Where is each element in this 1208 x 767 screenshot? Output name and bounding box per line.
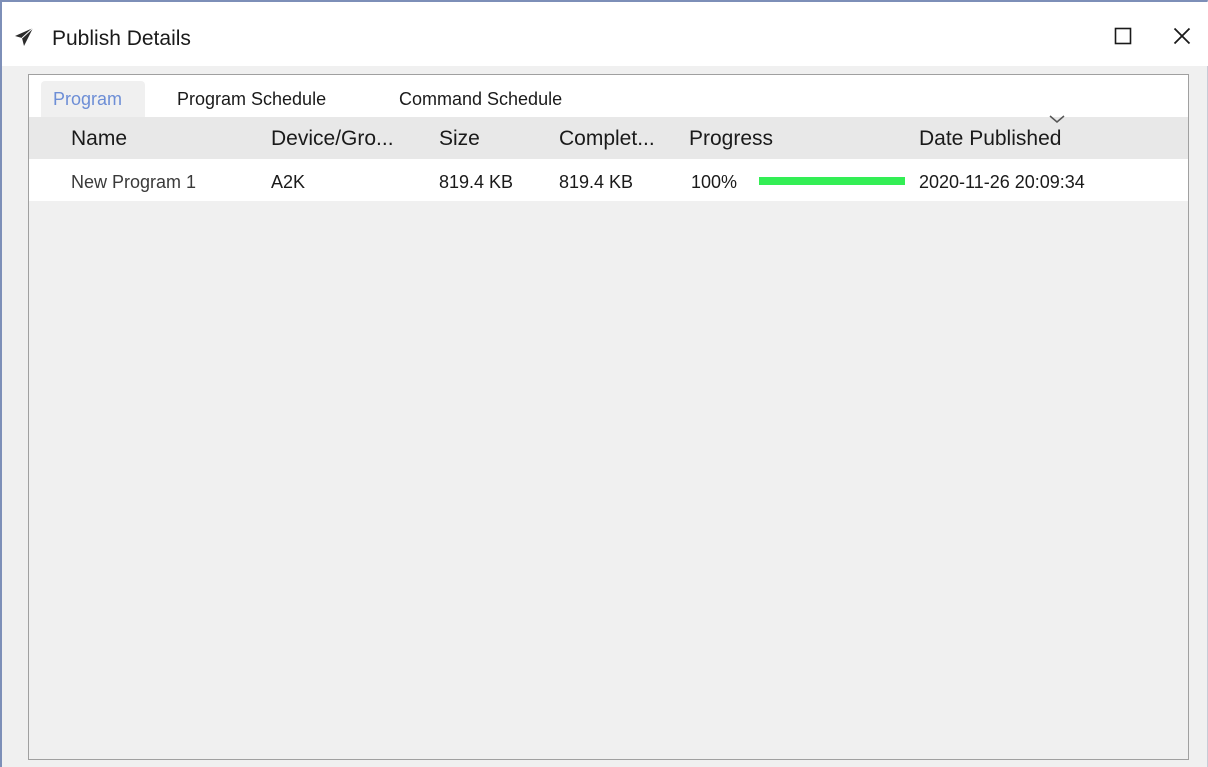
column-header-name[interactable]: Name	[71, 126, 127, 152]
column-header-completed[interactable]: Complet...	[559, 126, 655, 152]
progress-bar-fill	[759, 177, 905, 185]
table-row[interactable]: New Program 1 A2K 819.4 KB 819.4 KB 100%…	[29, 159, 1188, 201]
column-header-size[interactable]: Size	[439, 126, 480, 152]
tab-program[interactable]: Program	[41, 81, 145, 117]
progress-bar	[759, 177, 905, 185]
title-bar[interactable]: Publish Details	[2, 2, 1208, 66]
tab-panel: Program Program Schedule Command Schedul…	[28, 74, 1189, 760]
cell-completed: 819.4 KB	[559, 172, 634, 192]
cell-date-published: 2020-11-26 20:09:34	[919, 172, 1085, 192]
column-header-date-published[interactable]: Date Published	[919, 126, 1061, 152]
maximize-icon	[1114, 27, 1132, 45]
table-header: Name Device/Gro... Size Complet... Progr…	[29, 117, 1188, 159]
close-button[interactable]	[1162, 18, 1202, 54]
column-header-progress[interactable]: Progress	[689, 126, 773, 152]
cell-size: 819.4 KB	[439, 172, 514, 192]
chevron-down-icon	[1049, 115, 1065, 123]
cell-device: A2K	[271, 172, 306, 192]
maximize-button[interactable]	[1103, 18, 1143, 54]
tab-program-schedule[interactable]: Program Schedule	[177, 81, 326, 117]
close-icon	[1173, 27, 1191, 45]
paper-plane-icon	[15, 27, 34, 46]
tab-command-schedule[interactable]: Command Schedule	[399, 81, 562, 117]
column-header-device-group[interactable]: Device/Gro...	[271, 126, 394, 152]
publish-details-window: Publish Details Program Program Schedule…	[0, 0, 1208, 767]
cell-name: New Program 1	[71, 172, 197, 192]
tab-strip: Program Program Schedule Command Schedul…	[29, 75, 1188, 117]
window-title: Publish Details	[52, 27, 191, 50]
cell-progress-text: 100%	[691, 172, 738, 192]
